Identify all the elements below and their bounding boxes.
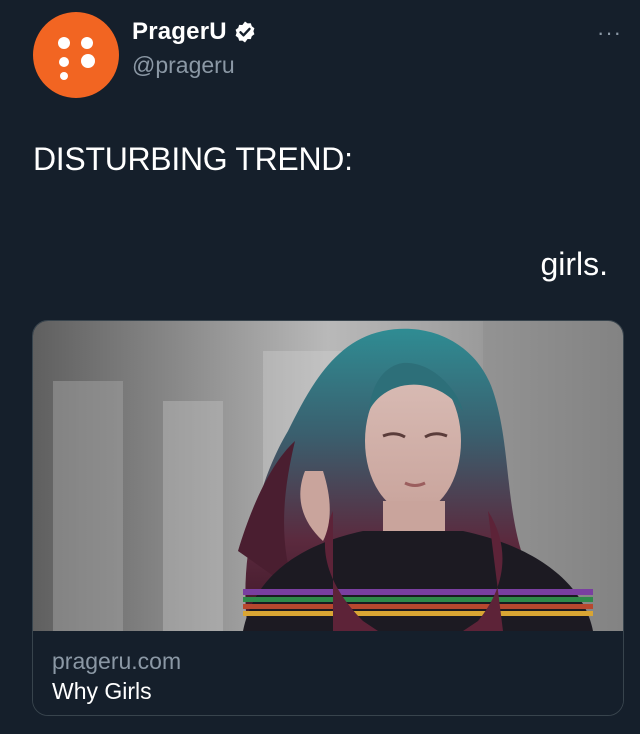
tweet-header: PragerU @prageru [33, 12, 257, 98]
author-handle[interactable]: @prageru [132, 52, 257, 79]
link-preview-image[interactable] [33, 321, 623, 631]
avatar-logo-dot [81, 37, 93, 49]
tweet-text-line: DISTURBING TREND: [33, 141, 353, 177]
author-display-name[interactable]: PragerU [132, 18, 227, 46]
verified-badge-icon [235, 21, 255, 42]
avatar[interactable] [33, 12, 119, 98]
display-name-row: PragerU [132, 18, 257, 46]
avatar-logo-dot [60, 72, 68, 80]
link-preview-card[interactable]: prageru.com Why Girls [32, 320, 624, 716]
avatar-logo-dot [59, 57, 69, 67]
tweet: PragerU @prageru ··· DISTURBING TREND: g… [0, 0, 640, 734]
author-names: PragerU @prageru [132, 18, 257, 79]
link-preview-title: Why Girls [52, 678, 152, 704]
tweet-text-line: girls. [540, 246, 608, 282]
link-preview-domain: prageru.com [52, 648, 182, 674]
more-options-icon[interactable]: ··· [597, 22, 622, 44]
avatar-logo-dot [58, 37, 70, 49]
avatar-logo-dot [81, 54, 95, 68]
